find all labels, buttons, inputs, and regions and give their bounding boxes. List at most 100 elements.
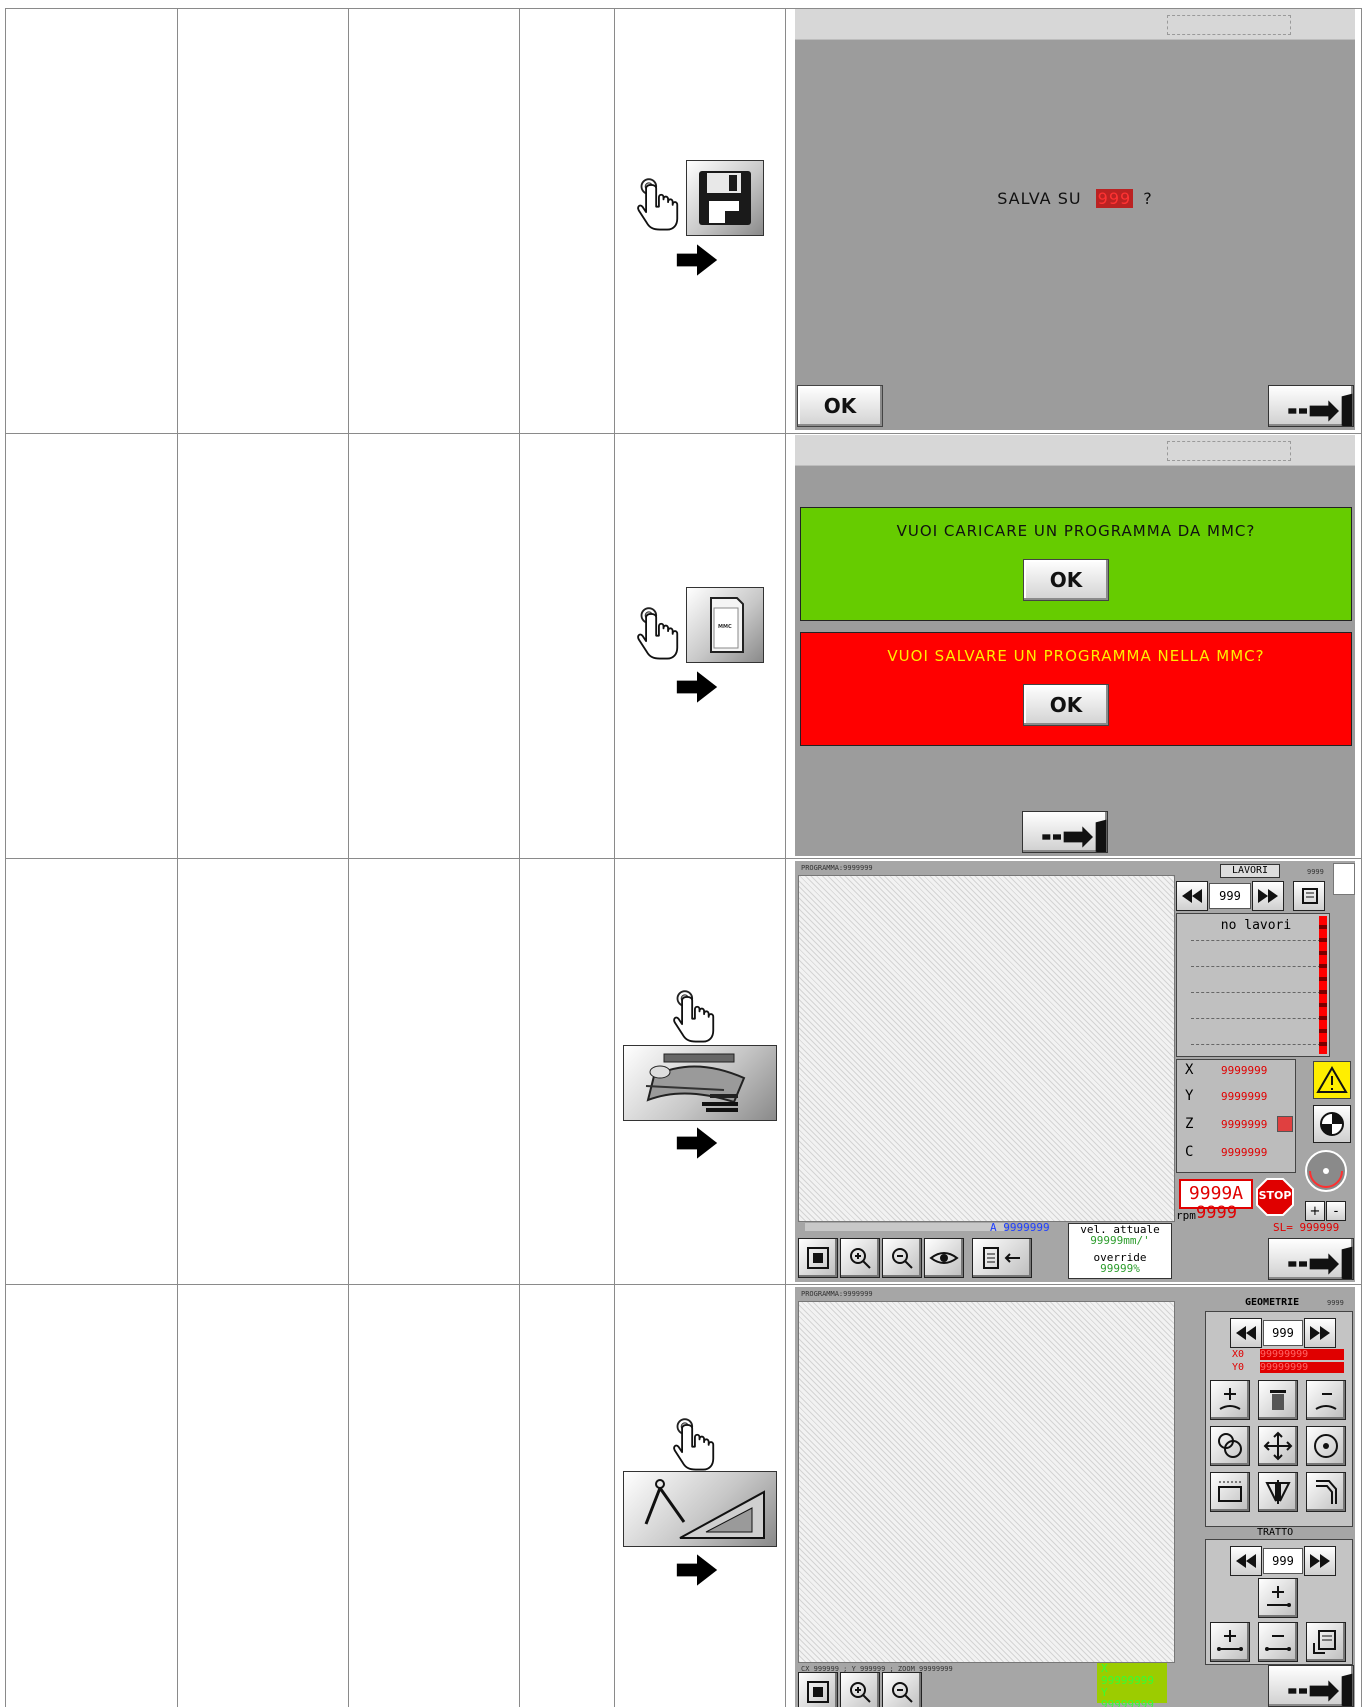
axis-z-value: 9999999	[1221, 1118, 1268, 1131]
jobs-button[interactable]	[623, 1045, 777, 1121]
move-arrows-icon	[1263, 1431, 1293, 1461]
prev-tratto-button[interactable]	[1230, 1546, 1262, 1576]
next-geometry-button[interactable]	[1304, 1318, 1336, 1348]
remove-segment-button[interactable]	[1258, 1622, 1298, 1662]
add-segment-icon	[1267, 1586, 1291, 1607]
remove-geometry-button[interactable]	[1306, 1380, 1346, 1420]
zoom-out-button[interactable]	[882, 1238, 922, 1278]
geometry-counter: 999	[1263, 1320, 1303, 1346]
alarm-button[interactable]	[1313, 1061, 1351, 1099]
exit-button[interactable]	[1268, 1238, 1354, 1280]
zoom-fit-button[interactable]	[798, 1672, 838, 1707]
next-arrow-icon	[675, 670, 719, 704]
rectangle-button[interactable]	[1210, 1472, 1250, 1512]
panel-title: LAVORI	[1220, 864, 1280, 878]
coord-y-value: 99999999	[1101, 1698, 1154, 1707]
insert-segment-button[interactable]	[1210, 1622, 1250, 1662]
zoom-in-icon	[850, 1248, 871, 1269]
tap-hand-icon	[636, 173, 680, 233]
job-counter: 999	[1209, 883, 1251, 909]
rewind-icon	[1182, 889, 1202, 903]
list-item[interactable]	[1191, 944, 1321, 967]
list-item[interactable]	[1191, 970, 1321, 993]
remove-segment-icon	[1265, 1635, 1291, 1651]
zoom-out-icon	[892, 1248, 913, 1269]
save-dialog-screen: SALVA SU 999 ? OK	[795, 9, 1355, 430]
exit-button[interactable]	[1268, 385, 1354, 427]
move-button[interactable]	[1258, 1426, 1298, 1466]
list-item[interactable]	[1191, 996, 1321, 1019]
save-target-value: 999	[1095, 189, 1134, 208]
delete-geometry-button[interactable]	[1258, 1380, 1298, 1420]
geometry-screen: PROGRAMMA:9999999 CX 999999 ; Y 999999 ;…	[795, 1287, 1355, 1707]
axis-c-value: 9999999	[1221, 1146, 1268, 1159]
exit-icon	[1023, 812, 1107, 852]
jobs-list: no lavori	[1176, 913, 1330, 1057]
scroll-thumb[interactable]	[1333, 863, 1355, 895]
next-arrow-icon	[675, 1126, 719, 1160]
exit-icon	[1269, 1666, 1353, 1706]
a-value: A 9999999	[990, 1221, 1050, 1234]
next-job-button[interactable]	[1252, 881, 1284, 911]
mirror-button[interactable]	[1258, 1472, 1298, 1512]
home-button[interactable]	[1313, 1105, 1351, 1143]
drawing-area	[798, 875, 1175, 1222]
stop-button[interactable]: STOP	[1255, 1177, 1295, 1217]
ok-button[interactable]: OK	[797, 385, 883, 427]
exit-button[interactable]	[1022, 811, 1108, 853]
fast-forward-icon	[1310, 1326, 1330, 1340]
z-lock-icon[interactable]	[1277, 1116, 1293, 1132]
plus-button[interactable]: +	[1305, 1201, 1325, 1221]
next-tratto-button[interactable]	[1304, 1546, 1336, 1576]
list-item[interactable]	[1191, 1022, 1321, 1045]
mmc-card-button[interactable]: MMC	[686, 587, 764, 663]
zoom-fit-icon	[807, 1681, 829, 1703]
corner-text: 9999	[1327, 1299, 1344, 1307]
offset-button[interactable]	[1306, 1472, 1346, 1512]
save-ok-button[interactable]: OK	[1023, 684, 1109, 726]
add-geometry-button[interactable]	[1210, 1380, 1250, 1420]
geometry-panel: 999 X0 99999999 Y0 99999999	[1205, 1311, 1353, 1527]
geometry-button[interactable]	[623, 1471, 777, 1547]
load-panel: VUOI CARICARE UN PROGRAMMA DA MMC? OK	[800, 507, 1352, 621]
save-prompt-suffix: ?	[1143, 189, 1153, 208]
zoom-in-button[interactable]	[840, 1238, 880, 1278]
zoom-out-button[interactable]	[882, 1672, 922, 1707]
save-floppy-button[interactable]	[686, 160, 764, 236]
materials-icon	[645, 1053, 746, 1112]
tap-hand-icon	[636, 602, 680, 662]
speed-value: 99999mm/'	[1090, 1234, 1150, 1247]
exit-button[interactable]	[1268, 1665, 1354, 1707]
title-field	[1167, 441, 1291, 461]
rotate-button[interactable]	[1306, 1426, 1346, 1466]
remove-line-icon	[1315, 1393, 1337, 1410]
prev-job-button[interactable]	[1176, 881, 1208, 911]
drawing-area	[798, 1301, 1175, 1663]
axis-y-value: 9999999	[1221, 1090, 1268, 1103]
minus-button[interactable]: -	[1326, 1201, 1346, 1221]
zoom-fit-icon	[807, 1247, 829, 1269]
view-button[interactable]	[924, 1238, 964, 1278]
add-segment-button[interactable]	[1258, 1578, 1298, 1618]
import-button[interactable]	[972, 1238, 1032, 1278]
fast-forward-icon	[1258, 889, 1278, 903]
row-divider	[5, 1284, 1362, 1285]
zoom-fit-button[interactable]	[798, 1238, 838, 1278]
prev-geometry-button[interactable]	[1230, 1318, 1262, 1348]
list-item[interactable]: no lavori	[1191, 918, 1321, 941]
status-bar	[1319, 916, 1327, 1054]
sl-value: SL= 999999	[1273, 1221, 1340, 1234]
segment-list-button[interactable]	[1306, 1622, 1346, 1662]
tap-hand-icon	[672, 985, 716, 1045]
circles-button[interactable]	[1210, 1426, 1250, 1466]
program-label: PROGRAMMA:9999999	[801, 1290, 873, 1298]
job-list-button[interactable]	[1293, 881, 1325, 911]
speed-box: vel. attuale 99999mm/' override 99999%	[1068, 1223, 1172, 1279]
save-panel: VUOI SALVARE UN PROGRAMMA NELLA MMC? OK	[800, 632, 1352, 746]
rpm-value: 9999	[1196, 1203, 1237, 1223]
row-divider	[5, 433, 1362, 434]
zoom-in-button[interactable]	[840, 1672, 880, 1707]
load-ok-button[interactable]: OK	[1023, 559, 1109, 601]
title-field	[1167, 15, 1291, 35]
override-value: 99999%	[1100, 1262, 1140, 1275]
